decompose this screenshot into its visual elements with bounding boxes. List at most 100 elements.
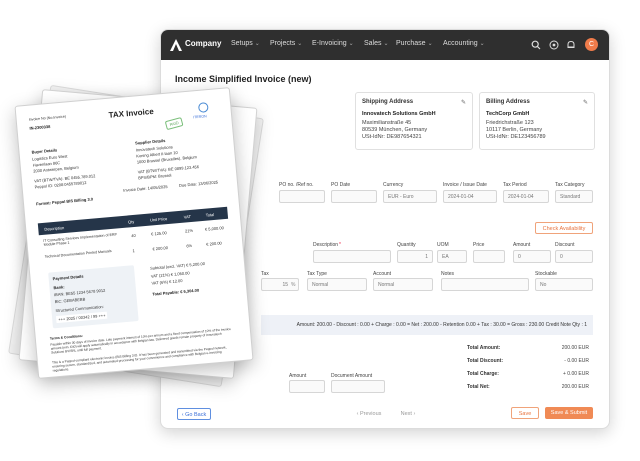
document-amount-label: Document Amount bbox=[331, 373, 373, 379]
issue-date-label: Invoice / Issue Date bbox=[443, 182, 487, 188]
col-qty: Qty bbox=[127, 218, 135, 225]
notes-label: Notes bbox=[441, 271, 455, 277]
stockable-label: Stockable bbox=[535, 271, 557, 277]
invoice-table-header: Description Qty Unit Price VAT Total bbox=[37, 206, 229, 236]
uom-select[interactable]: EA bbox=[437, 250, 467, 263]
shipping-line: 80539 München, Germany bbox=[362, 127, 428, 133]
nav-projects[interactable]: Projects ⌄ bbox=[270, 40, 302, 47]
buyer-title: Buyer Details bbox=[31, 147, 58, 155]
notes-input[interactable] bbox=[441, 278, 529, 291]
stockable-select[interactable]: No bbox=[535, 278, 593, 291]
po-number-label: PO no. /Ref no. bbox=[279, 182, 314, 188]
iteron-logo-text: ITERON bbox=[192, 114, 207, 120]
brand-name[interactable]: Company bbox=[185, 39, 221, 48]
page-title: Income Simplified Invoice (new) bbox=[175, 74, 312, 84]
price-input[interactable] bbox=[473, 250, 505, 263]
check-availability-button[interactable]: Check Availability bbox=[535, 222, 593, 234]
bank-label: Bank: bbox=[53, 284, 65, 291]
billing-address-card: Billing Address ✎ TechCorp GmbH Friedric… bbox=[479, 92, 595, 150]
billing-line: USt-IdNr: DE123456789 bbox=[486, 134, 546, 140]
po-date-input[interactable] bbox=[331, 190, 377, 203]
amount-label: Amount bbox=[513, 242, 531, 248]
description-label: Description bbox=[313, 242, 339, 248]
vat-6: VAT (6%) € 12.00 bbox=[151, 277, 183, 286]
row-unit-price: € 200.00 bbox=[152, 245, 169, 252]
bell-icon[interactable] bbox=[566, 40, 576, 50]
issue-date-input[interactable]: 2024-01-04 bbox=[443, 190, 497, 203]
document-amount-input[interactable] bbox=[331, 380, 385, 393]
nav-sales[interactable]: Sales ⌄ bbox=[364, 40, 389, 47]
row-qty: 1 bbox=[132, 248, 135, 254]
nav-setups[interactable]: Setups ⌄ bbox=[231, 40, 260, 47]
avatar[interactable]: C bbox=[585, 38, 598, 51]
chevron-down-icon: ⌄ bbox=[427, 41, 433, 47]
invoice-title: TAX Invoice bbox=[108, 106, 155, 120]
tax-type-label: Tax Type bbox=[307, 271, 327, 277]
due-date: Due Date: 13/06/2025 bbox=[178, 179, 219, 188]
chevron-down-icon: ⌄ bbox=[297, 41, 303, 47]
bic: BIC: GEBABEBB bbox=[54, 296, 86, 305]
search-icon[interactable] bbox=[531, 40, 541, 50]
quantity-label: Quantity bbox=[397, 242, 416, 248]
go-back-button[interactable]: ‹ Go Back bbox=[177, 408, 211, 420]
amount-input[interactable]: 0 bbox=[513, 250, 551, 263]
invoice-format: Format: Peppol BIS Billing 3.0 bbox=[35, 196, 94, 207]
previous-button[interactable]: ‹ Previous bbox=[351, 408, 387, 420]
row-vat: 21% bbox=[184, 227, 194, 234]
percent-suffix: % bbox=[291, 282, 296, 288]
tax-period-label: Tax Period bbox=[503, 182, 527, 188]
po-number-input[interactable] bbox=[279, 190, 325, 203]
top-navigation-bar: Company Setups ⌄ Projects ⌄ E-Invoicing ⌄ S… bbox=[161, 30, 609, 60]
row-qty: 40 bbox=[131, 232, 136, 239]
nav-e-invoicing[interactable]: E-Invoicing ⌄ bbox=[312, 40, 354, 47]
col-description: Description bbox=[44, 225, 65, 232]
row-unit-price: € 125.00 bbox=[150, 230, 167, 237]
total-charge-row: Total Charge: + 0.00 EUR bbox=[467, 371, 589, 377]
amount-input[interactable] bbox=[289, 380, 325, 393]
tax-label: Tax bbox=[261, 271, 269, 277]
tax-type-select[interactable]: Normal bbox=[307, 278, 367, 291]
total-net-row: Total Net: 200.00 EUR bbox=[467, 384, 589, 390]
invoice-document: Invoice No (No.Invoice) IN-2300338 TAX I… bbox=[14, 87, 254, 379]
whatsapp-icon[interactable] bbox=[549, 40, 559, 50]
total-discount-row: Total Discount: - 0.00 EUR bbox=[467, 358, 589, 364]
save-button[interactable]: Save bbox=[511, 407, 539, 419]
total-amount-row: Total Amount: 200.00 EUR bbox=[467, 345, 589, 351]
chevron-down-icon: ⌄ bbox=[383, 41, 389, 47]
col-vat: VAT bbox=[183, 213, 192, 220]
billing-name: TechCorp GmbH bbox=[486, 111, 530, 117]
vat-21: VAT (21%) € 1,050.00 bbox=[150, 270, 190, 279]
description-input[interactable] bbox=[313, 250, 391, 263]
currency-select[interactable]: EUR - Euro bbox=[383, 190, 437, 203]
currency-label: Currency bbox=[383, 182, 404, 188]
account-label: Account bbox=[373, 271, 392, 277]
billing-address-title: Billing Address bbox=[486, 99, 530, 105]
quantity-input[interactable]: 1 bbox=[397, 250, 433, 263]
shipping-address-title: Shipping Address bbox=[362, 99, 414, 105]
account-select[interactable]: Normal bbox=[373, 278, 433, 291]
edit-icon[interactable]: ✎ bbox=[461, 99, 466, 106]
tax-period-input[interactable]: 2024-01-04 bbox=[503, 190, 549, 203]
next-button[interactable]: Next › bbox=[393, 408, 423, 420]
row-description: IT Consulting Services Implementation of… bbox=[43, 232, 118, 247]
paid-stamp: PAID bbox=[164, 117, 184, 131]
company-logo-icon bbox=[170, 39, 182, 51]
chevron-down-icon: ⌄ bbox=[348, 41, 354, 47]
row-total: € 200.00 bbox=[206, 240, 222, 247]
price-label: Price bbox=[473, 242, 485, 248]
col-unit-price: Unit Price bbox=[149, 216, 168, 223]
tax-category-select[interactable]: Standard bbox=[555, 190, 593, 203]
edit-icon[interactable]: ✎ bbox=[583, 99, 588, 106]
nav-purchase[interactable]: Purchase ⌄ bbox=[396, 40, 433, 47]
line-summary-bar: Amount: 200.00 - Discount : 0.00 + Charg… bbox=[261, 315, 593, 335]
payment-details-box: Payment Details Bank: IBAN: BE55 1234 56… bbox=[48, 265, 139, 329]
discount-input[interactable]: 0 bbox=[555, 250, 593, 263]
row-description: Technical Documentation Printed Manuals bbox=[44, 249, 112, 259]
save-submit-button[interactable]: Save & Submit bbox=[545, 407, 593, 419]
uom-label: UOM bbox=[437, 242, 449, 248]
subtotal: Subtotal (excl. VAT) € 5,200.00 bbox=[149, 260, 206, 271]
nav-accounting[interactable]: Accounting ⌄ bbox=[443, 40, 485, 47]
chevron-down-icon: ⌄ bbox=[479, 41, 485, 47]
col-total: Total bbox=[205, 211, 215, 218]
invoice-date: Invoice Date: 14/05/2025 bbox=[123, 183, 168, 193]
